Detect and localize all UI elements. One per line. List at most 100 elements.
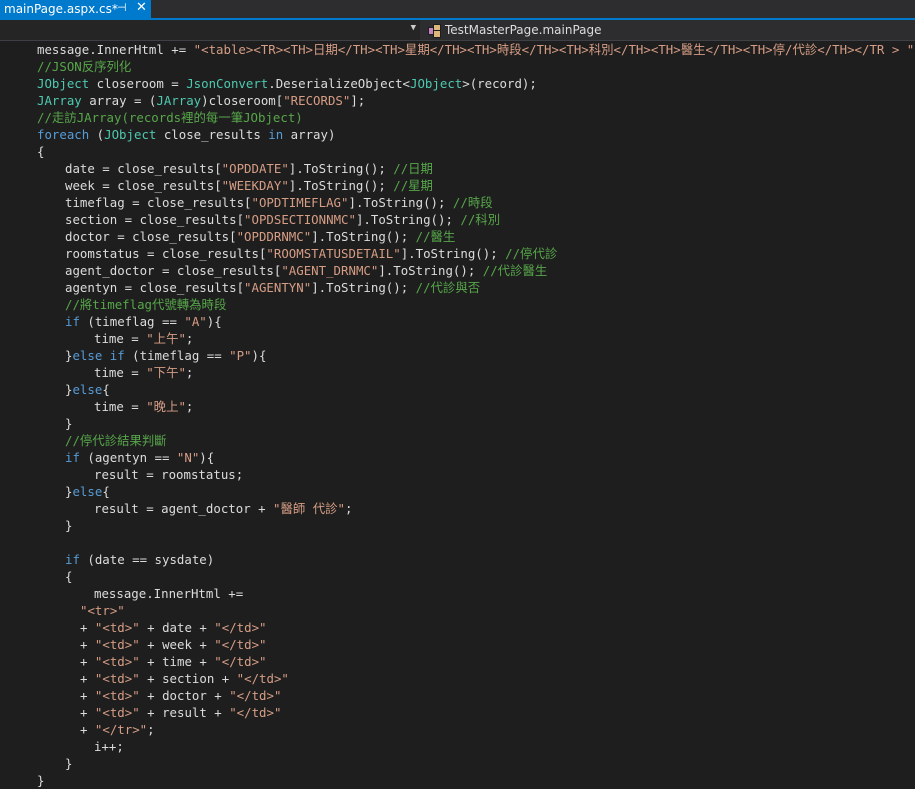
code-token: "<tr>": [80, 603, 125, 618]
code-line[interactable]: + "<td>" + result + "</td>": [0, 704, 915, 721]
code-token: ;: [345, 501, 353, 516]
code-token: ].ToString();: [348, 195, 453, 210]
type-dropdown[interactable]: ▼: [0, 20, 420, 40]
code-line[interactable]: + "</tr>";: [0, 721, 915, 738]
code-line[interactable]: }: [0, 517, 915, 534]
code-line[interactable]: agent_doctor = close_results["AGENT_DRNM…: [0, 262, 915, 279]
code-line[interactable]: roomstatus = close_results["ROOMSTATUSDE…: [0, 245, 915, 262]
code-line[interactable]: time = "晚上";: [0, 398, 915, 415]
code-token: +: [80, 654, 95, 669]
code-line[interactable]: }else if (timeflag == "P"){: [0, 347, 915, 364]
code-token: ;: [147, 722, 155, 737]
code-line[interactable]: {: [0, 568, 915, 585]
code-line[interactable]: JArray array = (JArray)closeroom["RECORD…: [0, 92, 915, 109]
code-token: "</td>": [236, 671, 289, 686]
code-line[interactable]: doctor = close_results["OPDDRNMC"].ToStr…: [0, 228, 915, 245]
code-token: (agentyn ==: [79, 450, 177, 465]
code-token: ].ToString();: [288, 178, 394, 193]
code-token: closeroom =: [89, 76, 187, 91]
code-token: "ROOMSTATUSDETAIL": [266, 246, 401, 261]
code-line[interactable]: foreach (JObject close_results in array): [0, 126, 915, 143]
code-token: timeflag = close_results[: [65, 195, 252, 210]
code-line[interactable]: if (agentyn == "N"){: [0, 449, 915, 466]
code-token: //代診與否: [415, 280, 481, 295]
code-line[interactable]: timeflag = close_results["OPDTIMEFLAG"].…: [0, 194, 915, 211]
code-token: close_results: [156, 127, 269, 142]
tab-mainpage-aspx-cs[interactable]: mainPage.aspx.cs* ⊣ ✕: [0, 0, 151, 18]
code-token: JArray: [156, 93, 202, 108]
code-token: (timeflag ==: [79, 314, 185, 329]
code-token: +: [80, 671, 95, 686]
code-line[interactable]: }: [0, 772, 915, 789]
code-token: ){: [206, 314, 222, 329]
code-token: +: [80, 705, 95, 720]
code-line[interactable]: + "<td>" + doctor + "</td>": [0, 687, 915, 704]
code-token: .DeserializeObject<: [268, 76, 411, 91]
code-line[interactable]: }else{: [0, 381, 915, 398]
pin-icon[interactable]: ⊣: [117, 1, 127, 14]
code-line[interactable]: message.InnerHtml += "<table><TR><TH>日期<…: [0, 41, 915, 58]
code-line[interactable]: agentyn = close_results["AGENTYN"].ToStr…: [0, 279, 915, 296]
code-token: ].ToString();: [311, 229, 416, 244]
code-line[interactable]: result = agent_doctor + "醫師 代診";: [0, 500, 915, 517]
code-token: +: [80, 620, 95, 635]
code-token: + section +: [139, 671, 237, 686]
code-line[interactable]: JObject closeroom = JsonConvert.Deserial…: [0, 75, 915, 92]
code-token: "</td>": [214, 620, 267, 635]
code-line[interactable]: //將timeflag代號轉為時段: [0, 296, 915, 313]
code-token: "OPDDATE": [221, 161, 289, 176]
code-line[interactable]: + "<td>" + time + "</td>": [0, 653, 915, 670]
code-line[interactable]: message.InnerHtml +=: [0, 585, 915, 602]
code-token: ;: [185, 399, 194, 414]
code-token: }: [65, 756, 73, 771]
code-line[interactable]: if (timeflag == "A"){: [0, 313, 915, 330]
code-line[interactable]: //JSON反序列化: [0, 58, 915, 75]
code-token: "</tr>": [94, 722, 148, 737]
code-line[interactable]: i++;: [0, 738, 915, 755]
code-token: time =: [94, 399, 147, 414]
code-line[interactable]: result = roomstatus;: [0, 466, 915, 483]
code-editor[interactable]: message.InnerHtml += "<table><TR><TH>日期<…: [0, 41, 915, 789]
tab-title: mainPage.aspx.cs*: [4, 2, 118, 16]
code-line[interactable]: "<tr>": [0, 602, 915, 619]
code-token: + result +: [139, 705, 230, 720]
code-token: result = agent_doctor +: [94, 501, 274, 516]
code-line[interactable]: }: [0, 415, 915, 432]
code-token: ].ToString();: [311, 280, 416, 295]
code-line[interactable]: section = close_results["OPDSECTIONNMC"]…: [0, 211, 915, 228]
code-token: {: [65, 569, 73, 584]
code-token: ;: [185, 365, 194, 380]
code-token: )closeroom[: [201, 93, 284, 108]
code-line[interactable]: time = "上午";: [0, 330, 915, 347]
code-token: //醫生: [415, 229, 456, 244]
code-line[interactable]: //走訪JArray(records裡的每一筆JObject): [0, 109, 915, 126]
code-line[interactable]: + "<td>" + week + "</td>": [0, 636, 915, 653]
chevron-down-icon[interactable]: ▼: [411, 23, 416, 33]
code-line[interactable]: {: [0, 143, 915, 160]
code-line[interactable]: + "<td>" + date + "</td>": [0, 619, 915, 636]
code-token: "</td>": [229, 688, 282, 703]
code-token: {: [102, 484, 110, 499]
code-token: if: [65, 314, 80, 329]
code-line[interactable]: + "<td>" + section + "</td>": [0, 670, 915, 687]
code-token: (timeflag ==: [124, 348, 230, 363]
code-token: >(record);: [462, 76, 537, 91]
code-line[interactable]: //停代診結果判斷: [0, 432, 915, 449]
code-token: "<td>": [94, 688, 140, 703]
member-dropdown[interactable]: TestMasterPage.mainPage: [422, 20, 915, 40]
code-line[interactable]: }: [0, 755, 915, 772]
code-token: "A": [184, 314, 207, 329]
code-token: else: [72, 484, 103, 499]
code-token: //星期: [393, 178, 433, 193]
close-icon[interactable]: ✕: [136, 0, 147, 15]
code-line[interactable]: time = "下午";: [0, 364, 915, 381]
code-line[interactable]: week = close_results["WEEKDAY"].ToString…: [0, 177, 915, 194]
code-line[interactable]: date = close_results["OPDDATE"].ToString…: [0, 160, 915, 177]
code-line[interactable]: [0, 534, 915, 551]
code-token: + doctor +: [139, 688, 230, 703]
code-line[interactable]: if (date == sysdate): [0, 551, 915, 568]
code-token: //科別: [460, 212, 501, 227]
code-token: week = close_results[: [65, 178, 222, 193]
code-line[interactable]: }else{: [0, 483, 915, 500]
code-token: time =: [94, 331, 147, 346]
